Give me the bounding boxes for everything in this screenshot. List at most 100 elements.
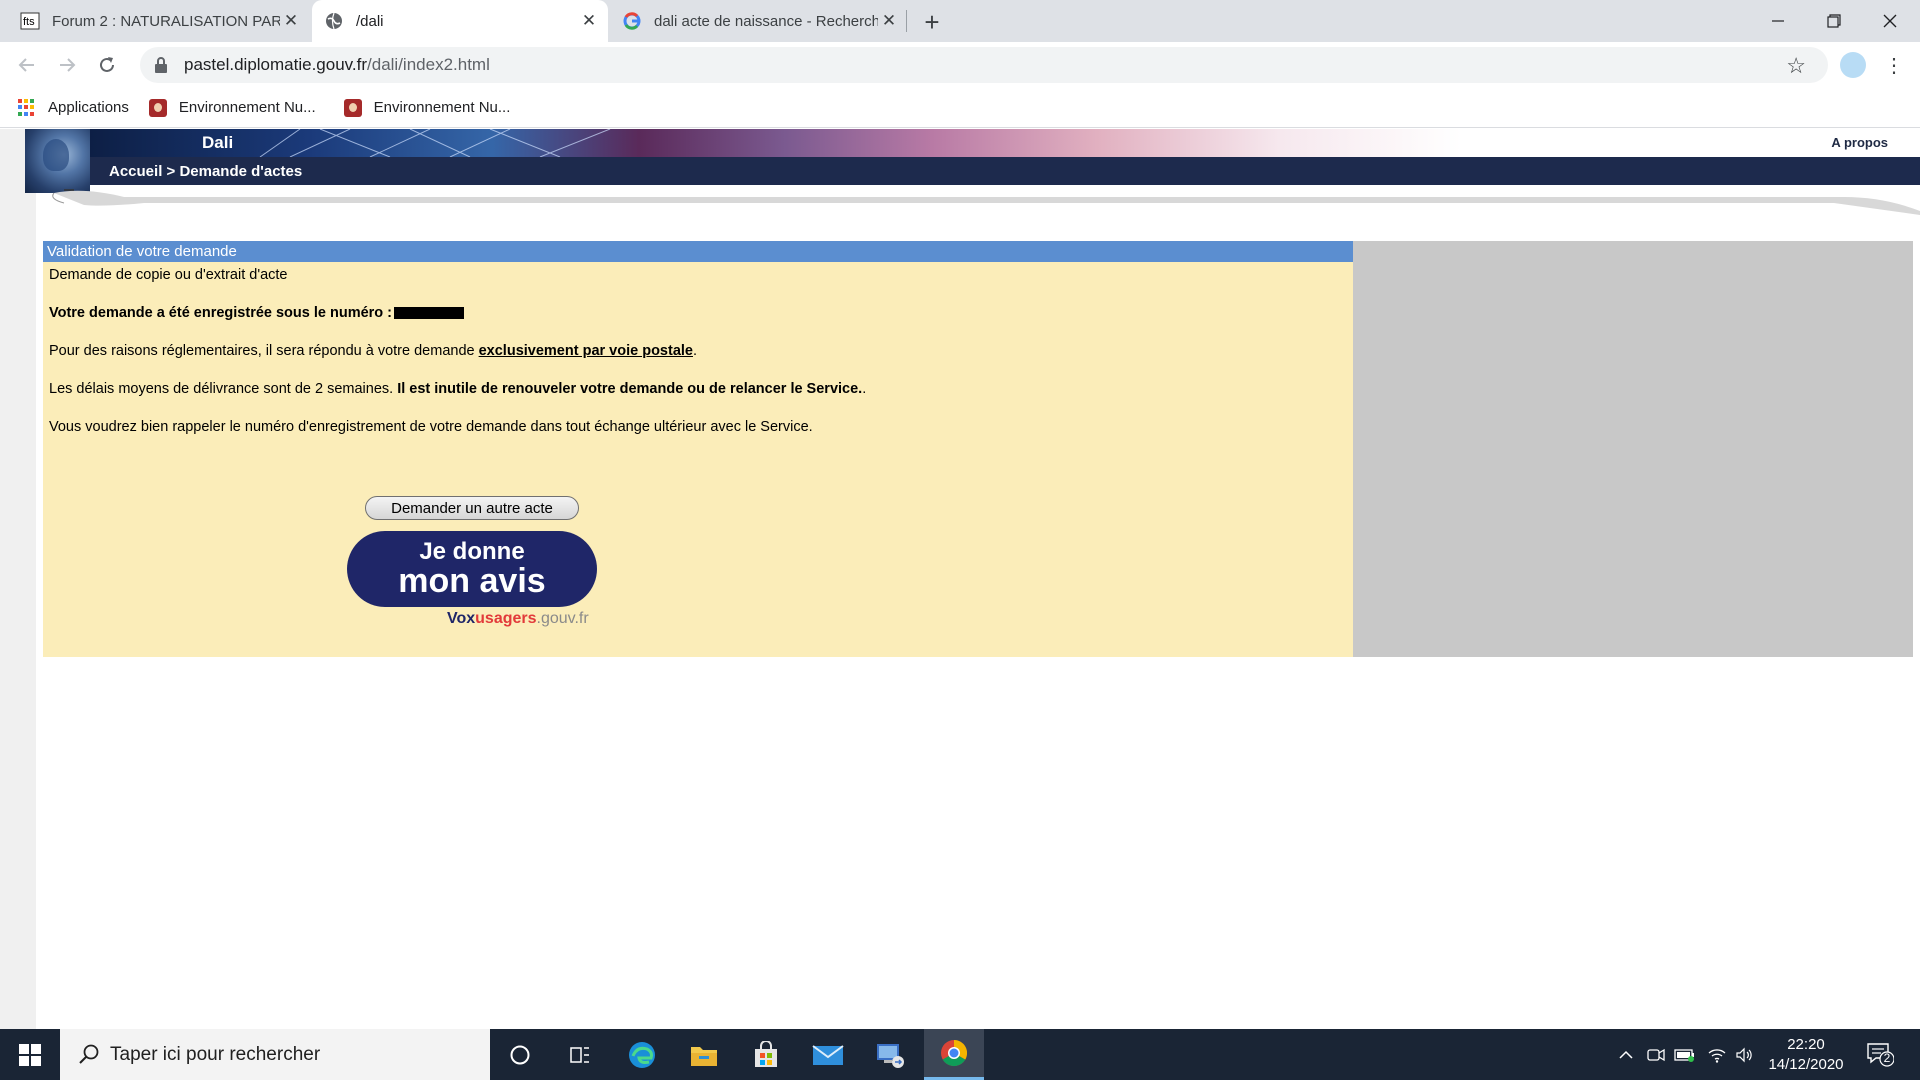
task-view-icon <box>570 1046 589 1063</box>
lock-icon <box>154 57 168 73</box>
apropos-link[interactable]: A propos <box>1831 135 1888 150</box>
delay-notice-text: Les délais moyens de délivrance sont de … <box>49 381 867 397</box>
reload-icon <box>100 57 114 72</box>
mail-icon <box>812 1044 844 1065</box>
cortana-circle-icon <box>510 1045 530 1064</box>
svg-text:fts: fts <box>23 16 35 28</box>
avis-line2: mon avis <box>398 562 546 600</box>
browser-menu-icon[interactable]: ⋮ <box>1884 50 1904 80</box>
globe-icon <box>324 11 344 31</box>
system-clock[interactable]: 22:20 14/12/2020 <box>1760 1035 1852 1075</box>
bookmark-star-icon[interactable]: ☆ <box>1786 53 1806 79</box>
meet-now-icon[interactable] <box>1644 1029 1668 1080</box>
taskbar-search-box[interactable]: Taper ici pour rechercher <box>60 1029 490 1080</box>
je-donne-mon-avis-button[interactable]: Je donne mon avis <box>347 531 597 607</box>
search-icon <box>79 1044 99 1064</box>
bookmark-label: Environnement Nu... <box>178 99 316 116</box>
close-window-button[interactable] <box>1862 0 1918 42</box>
panel-header: Validation de votre demande <box>43 241 1353 262</box>
edge-icon <box>629 1041 655 1068</box>
chrome-icon <box>941 1039 968 1067</box>
close-tab-icon[interactable]: ✕ <box>878 10 900 32</box>
site-logo-image <box>25 129 90 193</box>
postal-link: exclusivement par voie postale <box>478 343 693 359</box>
forward-arrow-icon <box>60 58 76 72</box>
back-arrow-icon <box>18 58 34 72</box>
bookmark-applications[interactable]: Applications <box>18 98 129 117</box>
close-tab-icon[interactable]: ✕ <box>280 10 302 32</box>
clock-date: 14/12/2020 <box>1768 1056 1844 1073</box>
side-grey-panel <box>1353 241 1913 657</box>
new-tab-button[interactable]: + <box>918 7 946 37</box>
tab-bar: fts Forum 2 : NATURALISATION PAR ✕ /dali… <box>0 0 1920 42</box>
close-tab-icon[interactable]: ✕ <box>578 10 600 32</box>
redacted-number <box>394 307 465 320</box>
bookmarks-bar: Applications Environnement Nu... Environ… <box>0 88 1920 128</box>
reload-button[interactable] <box>92 50 122 80</box>
close-window-icon <box>1883 14 1897 28</box>
postal-notice-text: Pour des raisons réglementaires, il sera… <box>49 343 698 359</box>
cortana-button[interactable] <box>490 1029 550 1080</box>
header-swoosh <box>52 189 1920 215</box>
notification-count: 2 <box>1883 1051 1891 1065</box>
bookmark-environnement-1[interactable]: Environnement Nu... <box>148 98 316 117</box>
avis-line1: Je donne <box>419 538 525 565</box>
breadcrumb-text[interactable]: Accueil > Demande d'actes <box>109 163 302 180</box>
bookmark-icon <box>148 98 167 117</box>
site-title: Dali <box>202 133 234 152</box>
browser-toolbar: pastel.diplomatie.gouv.fr/dali/index2.ht… <box>0 42 1920 88</box>
task-view-button[interactable] <box>550 1029 610 1080</box>
tab-dali[interactable]: /dali ✕ <box>312 0 608 42</box>
file-explorer-button[interactable] <box>674 1029 734 1080</box>
tab-title: dali acte de naissance - Recherch <box>654 12 878 30</box>
page-content: Dali A propos Accueil > Demande d'actes … <box>0 129 1920 1029</box>
forward-button[interactable] <box>52 50 82 80</box>
store-app-button[interactable] <box>736 1029 796 1080</box>
request-type-text: Demande de copie ou d'extrait d'acte <box>49 267 288 283</box>
panel-body: Demande de copie ou d'extrait d'acte Vot… <box>43 262 1353 462</box>
bookmark-icon <box>343 98 362 117</box>
restore-button[interactable] <box>1806 0 1862 42</box>
request-another-act-button[interactable]: Demander un autre acte <box>365 496 579 520</box>
mail-app-button[interactable] <box>798 1029 858 1080</box>
edge-app-button[interactable] <box>612 1029 672 1080</box>
remote-desktop-button[interactable] <box>860 1029 920 1080</box>
restore-icon <box>1827 14 1841 28</box>
url-text: pastel.diplomatie.gouv.fr/dali/index2.ht… <box>184 55 490 74</box>
minimize-button[interactable] <box>1750 0 1806 42</box>
banner-pattern <box>259 129 611 157</box>
windows-taskbar: Taper ici pour rechercher 22:20 14/12/20… <box>0 1029 1920 1080</box>
battery-icon[interactable] <box>1672 1029 1698 1080</box>
recall-notice-text: Vous voudrez bien rappeler le numéro d'e… <box>49 419 813 435</box>
google-icon <box>622 11 642 31</box>
tab-forum[interactable]: fts Forum 2 : NATURALISATION PAR ✕ <box>20 0 310 42</box>
registration-number-text: Votre demande a été enregistrée sous le … <box>49 305 1347 322</box>
tray-overflow-chevron-icon[interactable] <box>1614 1029 1638 1080</box>
bookmark-environnement-2[interactable]: Environnement Nu... <box>343 98 511 117</box>
breadcrumb: Accueil > Demande d'actes <box>90 157 1920 185</box>
remote-desktop-icon <box>877 1043 904 1068</box>
store-bag-icon <box>755 1040 777 1067</box>
bookmark-label: Environnement Nu... <box>373 99 511 116</box>
clock-time: 22:20 <box>1787 1036 1825 1053</box>
start-button[interactable] <box>0 1029 60 1080</box>
site-banner: Dali A propos <box>90 129 1920 157</box>
search-placeholder: Taper ici pour rechercher <box>110 1043 321 1065</box>
volume-icon[interactable] <box>1732 1029 1758 1080</box>
left-gutter <box>0 129 36 1029</box>
voxusagers-logo[interactable]: Voxusagers.gouv.fr <box>447 610 589 628</box>
profile-avatar[interactable] <box>1840 52 1866 78</box>
back-button[interactable] <box>12 50 42 80</box>
address-bar[interactable]: pastel.diplomatie.gouv.fr/dali/index2.ht… <box>140 47 1828 83</box>
validation-panel: Validation de votre demande Demande de c… <box>43 241 1353 657</box>
tab-title: Forum 2 : NATURALISATION PAR <box>52 12 280 30</box>
tab-google[interactable]: dali acte de naissance - Recherch ✕ <box>622 0 908 42</box>
notification-center-button[interactable]: 2 <box>1866 1041 1895 1067</box>
chrome-app-button[interactable] <box>924 1029 984 1080</box>
tab-separator <box>906 10 907 32</box>
wifi-icon[interactable] <box>1704 1029 1730 1080</box>
bookmark-label: Applications <box>48 99 129 116</box>
windows-logo-icon <box>19 1043 41 1066</box>
forum-favicon-icon: fts <box>20 11 40 31</box>
tab-title: /dali <box>356 12 384 30</box>
